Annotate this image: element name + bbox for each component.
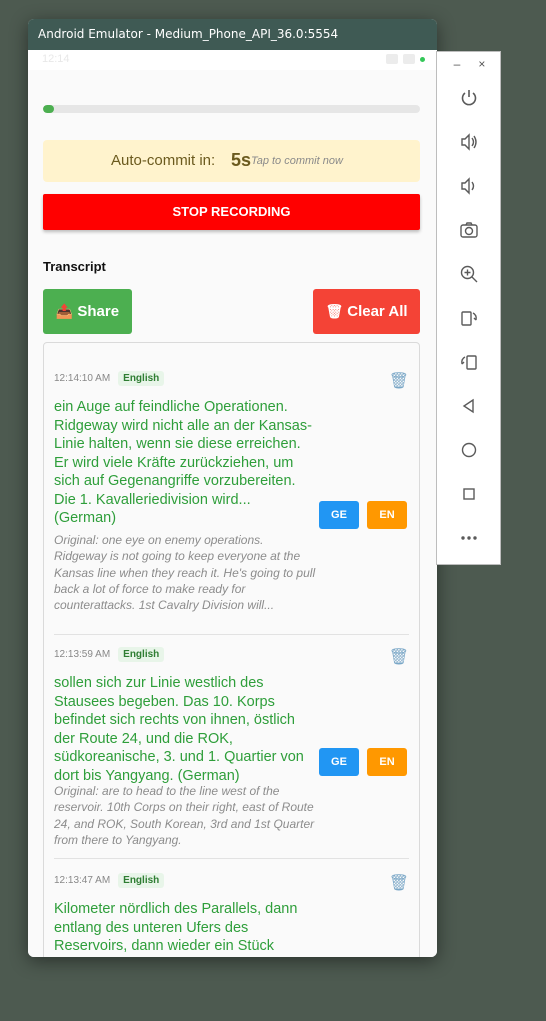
share-label: Share [77, 303, 120, 320]
entry-timestamp: 12:14:10 AM [54, 373, 111, 384]
language-badge: English [118, 647, 165, 662]
share-icon: 📤 [55, 303, 74, 319]
progress-fill [43, 105, 55, 113]
entry-timestamp: 12:13:59 AM [54, 649, 111, 660]
entry-translation: Kilometer nördlich des Parallels, dann e… [54, 901, 298, 957]
delete-entry-icon[interactable]: 🗑 [389, 371, 409, 391]
emulator-side-toolbar: – × [436, 51, 501, 565]
more-icon[interactable] [455, 524, 483, 552]
language-badge: English [118, 371, 165, 386]
home-icon[interactable] [455, 436, 483, 464]
entry-translation: ein Auge auf feindliche Operationen. Rid… [54, 399, 312, 526]
wifi-icon [386, 54, 398, 64]
entry-timestamp: 12:13:47 AM [54, 875, 111, 886]
entry-translation: sollen sich zur Linie westlich des Staus… [54, 675, 304, 784]
list-item: 12:13:47 AM English 🗑 Kilometer nördlich… [54, 873, 409, 957]
indicator-dot-icon [420, 56, 425, 62]
transcript-title: Transcript [43, 259, 106, 274]
english-button[interactable]: EN [367, 748, 407, 776]
stop-recording-button[interactable]: STOP RECORDING [43, 194, 420, 230]
entry-original: Original: are to head to the line west o… [54, 784, 315, 847]
power-icon[interactable] [455, 84, 483, 112]
language-badge: English [118, 873, 165, 888]
delete-entry-icon[interactable]: 🗑 [389, 873, 409, 893]
window-title: Android Emulator - Medium_Phone_API_36.0… [28, 19, 437, 50]
battery-icon [403, 54, 415, 64]
close-button[interactable]: × [478, 57, 485, 73]
rotate-right-icon[interactable] [455, 348, 483, 376]
entry-original: Original: one eye on enemy operations. R… [54, 533, 316, 613]
emulator-window: Android Emulator - Medium_Phone_API_36.0… [28, 19, 437, 957]
back-icon[interactable] [455, 392, 483, 420]
german-button[interactable]: GE [319, 501, 359, 529]
delete-entry-icon[interactable]: 🗑 [389, 647, 409, 667]
app-screen: Auto-commit in: 5s Tap to commit now STO… [28, 70, 437, 957]
share-button[interactable]: 📤 Share [43, 289, 132, 334]
volume-up-icon[interactable] [455, 128, 483, 156]
commit-now-hint[interactable]: Tap to commit now [251, 155, 343, 167]
auto-commit-label: Auto-commit in: [111, 152, 216, 169]
zoom-icon[interactable] [455, 260, 483, 288]
status-time: 12:14 [42, 53, 70, 65]
clear-all-button[interactable]: 🗑 Clear All [313, 289, 420, 334]
rotate-left-icon[interactable] [455, 304, 483, 332]
german-button[interactable]: GE [319, 748, 359, 776]
camera-icon[interactable] [455, 216, 483, 244]
minimize-button[interactable]: – [454, 57, 461, 73]
auto-commit-countdown: 5s [231, 150, 252, 170]
transcript-list[interactable]: 12:14:10 AM English 🗑 ein Auge auf feind… [43, 342, 420, 957]
list-item: 12:13:59 AM English 🗑 sollen sich zur Li… [54, 647, 409, 859]
overview-icon[interactable] [455, 480, 483, 508]
clear-all-label: Clear All [347, 303, 408, 320]
auto-commit-banner[interactable]: Auto-commit in: 5s Tap to commit now [43, 140, 420, 182]
progress-bar [43, 105, 420, 113]
trash-icon: 🗑 [325, 303, 344, 319]
volume-down-icon[interactable] [455, 172, 483, 200]
status-bar: 12:14 [28, 50, 437, 70]
list-item: 12:14:10 AM English 🗑 ein Auge auf feind… [54, 371, 409, 635]
english-button[interactable]: EN [367, 501, 407, 529]
